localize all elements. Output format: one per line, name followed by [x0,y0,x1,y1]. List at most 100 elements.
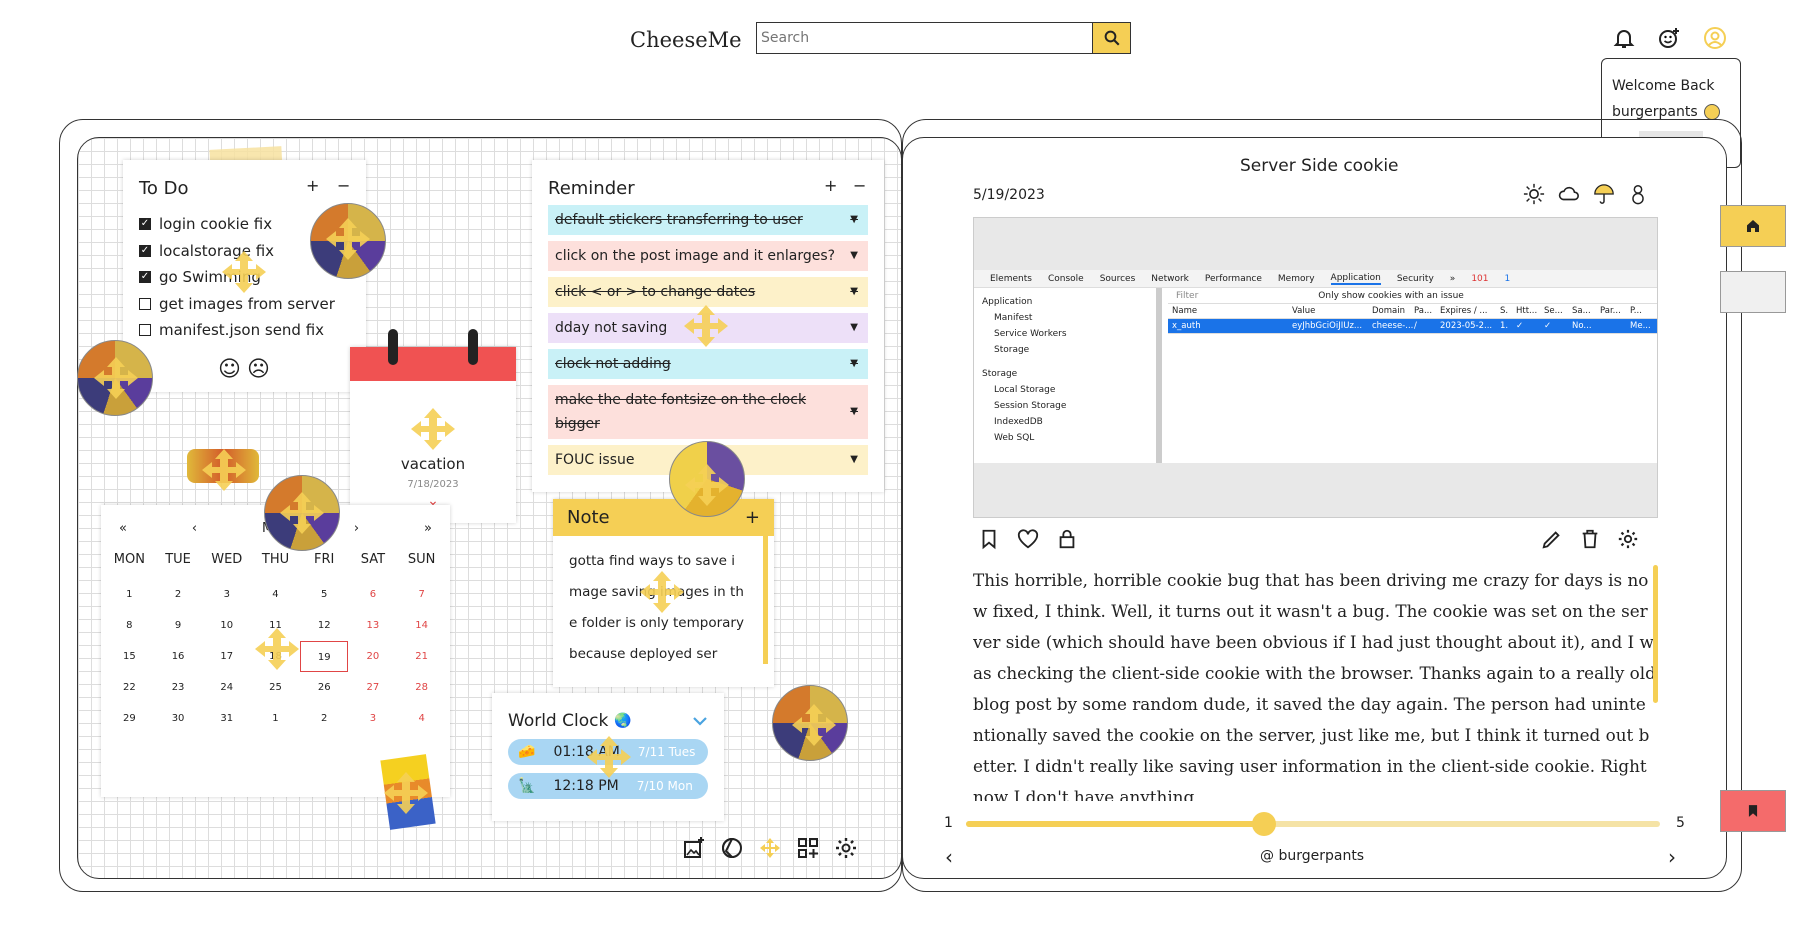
post-body[interactable]: This horrible, horrible cookie bug that … [973,565,1656,801]
settings-gear-icon[interactable] [1617,528,1639,550]
move-handle-icon[interactable] [221,249,267,295]
note-add-button[interactable]: + [745,507,760,528]
snowman-icon[interactable] [1627,183,1649,205]
theme-icon[interactable] [720,836,744,860]
calendar-day[interactable]: 3 [349,703,398,734]
calendar-day[interactable]: 1 [251,703,300,734]
calendar-day[interactable]: 7 [397,579,446,610]
todo-remove-button[interactable]: − [337,176,350,195]
move-handle-icon[interactable] [684,462,730,508]
calendar-day[interactable]: 28 [397,672,446,703]
page-slider[interactable] [966,812,1660,836]
todo-add-button[interactable]: + [306,176,319,195]
dropdown-arrow-icon[interactable]: ▼ [850,244,858,268]
heart-icon[interactable] [1016,528,1040,550]
prev-page-button[interactable]: ‹ [945,845,953,869]
trash-icon[interactable] [1579,528,1601,550]
calendar-day[interactable]: 10 [202,610,251,641]
prev-year-button[interactable]: « [119,521,127,536]
calendar-day[interactable]: 27 [349,672,398,703]
sun-icon[interactable] [1523,183,1545,205]
calendar-day[interactable]: 12 [300,610,349,641]
bookmark-icon[interactable] [978,528,1000,550]
reminder-remove-button[interactable]: − [853,176,866,195]
reminder-add-button[interactable]: + [824,176,837,195]
post-scrollbar[interactable] [1653,565,1658,703]
user-circle-icon[interactable] [1703,26,1727,50]
calendar-day[interactable]: 6 [349,579,398,610]
lock-icon[interactable] [1056,528,1078,550]
calendar-day[interactable]: 23 [154,672,203,703]
calendar-day[interactable]: 2 [300,703,349,734]
move-handle-icon[interactable] [383,770,429,816]
sad-face-icon[interactable]: ☹ [247,357,270,382]
sticker-mode-icon[interactable] [758,836,782,860]
calendar-day[interactable]: 24 [202,672,251,703]
page-slider-thumb[interactable] [1252,812,1277,836]
move-handle-icon[interactable] [683,303,729,349]
move-handle-icon[interactable] [279,490,325,536]
calendar-day[interactable]: 4 [251,579,300,610]
move-handle-icon[interactable] [201,447,247,493]
move-handle-icon[interactable] [254,626,300,672]
todo-item[interactable]: ✓ manifest.json send fix [139,317,350,344]
reminder-item[interactable]: make the date fontsize on the clock bigg… [548,385,868,439]
app-logo[interactable]: CheeseMe [630,28,742,52]
dropdown-arrow-icon[interactable]: ▼ [850,352,858,376]
dropdown-arrow-icon[interactable]: ▼ [850,316,858,340]
calendar-day[interactable]: 2 [154,579,203,610]
move-handle-icon[interactable] [325,216,371,262]
calendar-day[interactable]: 17 [202,641,251,672]
prev-month-button[interactable]: ‹ [192,521,197,536]
next-page-button[interactable]: › [1668,845,1676,869]
bell-icon[interactable] [1612,26,1636,50]
calendar-day[interactable]: 16 [154,641,203,672]
todo-checkbox[interactable]: ✓ [139,245,151,257]
blank-tab[interactable] [1720,271,1786,313]
todo-checkbox[interactable]: ✓ [139,298,151,310]
dropdown-arrow-icon[interactable]: ▼ [850,448,858,472]
calendar-day[interactable]: 4 [397,703,446,734]
cloud-icon[interactable] [1557,183,1581,205]
calendar-day[interactable]: 9 [154,610,203,641]
calendar-day[interactable]: 26 [300,672,349,703]
next-year-button[interactable]: » [424,521,432,536]
calendar-day[interactable]: 13 [349,610,398,641]
search-button[interactable] [1092,23,1130,53]
calendar-day[interactable]: 15 [105,641,154,672]
widget-add-icon[interactable] [796,836,820,860]
calendar-day[interactable]: 8 [105,610,154,641]
bookmark-tab[interactable] [1720,790,1786,832]
move-handle-icon[interactable] [410,406,456,452]
calendar-day[interactable]: 29 [105,703,154,734]
calendar-day[interactable]: 5 [300,579,349,610]
umbrella-icon[interactable] [1593,183,1615,205]
calendar-day[interactable]: 19 [300,641,349,672]
calendar-day[interactable]: 25 [251,672,300,703]
calendar-day[interactable]: 30 [154,703,203,734]
smile-plus-icon[interactable] [1657,26,1681,50]
dropdown-arrow-icon[interactable]: ▼ [850,280,858,304]
edit-pencil-icon[interactable] [1541,528,1563,550]
post-image[interactable]: Elements Console Sources Network Perform… [973,217,1658,518]
happy-face-icon[interactable]: ☺ [218,357,241,382]
move-handle-icon[interactable] [93,355,139,401]
todo-checkbox[interactable]: ✓ [139,218,151,231]
reminder-item[interactable]: click on the post image and it enlarges?… [548,241,868,271]
calendar-day[interactable]: 21 [397,641,446,672]
calendar-day[interactable]: 31 [202,703,251,734]
move-handle-icon[interactable] [639,569,685,615]
dropdown-arrow-icon[interactable]: ▼ [850,208,858,232]
calendar-day[interactable]: 3 [202,579,251,610]
todo-checkbox[interactable]: ✓ [139,271,151,284]
calendar-day[interactable]: 22 [105,672,154,703]
author-name[interactable]: burgerpants [1278,848,1364,864]
todo-checkbox[interactable]: ✓ [139,324,151,337]
next-month-button[interactable]: › [354,521,359,536]
dropdown-arrow-icon[interactable]: ▼ [850,400,858,424]
move-handle-icon[interactable] [586,734,632,780]
add-image-icon[interactable] [682,836,706,860]
search-input[interactable] [757,23,1092,53]
calendar-day[interactable]: 14 [397,610,446,641]
reminder-item[interactable]: default stickers transferring to user ▼ [548,205,868,235]
